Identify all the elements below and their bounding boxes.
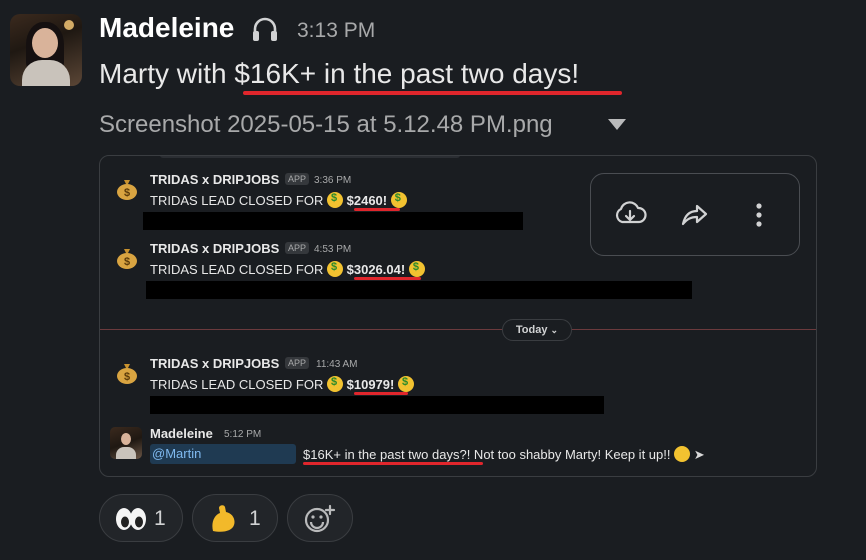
bot-message-text: TRIDAS LEAD CLOSED FOR $2460!: [150, 192, 407, 208]
chevron-down-icon: ⌄: [550, 325, 559, 335]
headphones-icon: [253, 17, 277, 41]
add-reaction-button[interactable]: [287, 494, 353, 542]
svg-text:$: $: [124, 371, 130, 383]
add-emoji-icon: [304, 504, 336, 533]
message-timestamp[interactable]: 3:13 PM: [297, 19, 375, 43]
svg-text:$: $: [124, 187, 130, 199]
app-badge: APP: [285, 242, 310, 254]
money-bag-icon: $: [117, 364, 137, 384]
money-mouth-face-icon: [327, 376, 343, 392]
eyes-icon: [116, 508, 146, 530]
reaction-flexed-biceps[interactable]: 1: [192, 494, 278, 542]
rocket-icon: ➤: [693, 447, 705, 462]
bot-name: TRIDAS x DRIPJOBS: [150, 241, 280, 256]
amount-underline: [354, 277, 421, 280]
bot-message-text: TRIDAS LEAD CLOSED FOR $3026.04!: [150, 261, 425, 277]
redaction-bar: [143, 212, 523, 230]
money-mouth-face-icon: [327, 192, 343, 208]
money-mouth-face-icon: [327, 261, 343, 277]
money-bag-icon: $: [117, 249, 137, 269]
app-badge: APP: [285, 357, 310, 369]
reaction-count: 1: [154, 507, 166, 530]
redaction-bar: [150, 396, 604, 414]
sender-name[interactable]: Madeleine: [99, 12, 234, 44]
flexed-biceps-icon: [212, 505, 235, 532]
reply-text: $16K+ in the past two days?! Not too sha…: [303, 446, 705, 463]
closed-amount: $3026.04!: [346, 262, 406, 277]
reply-underline: [303, 462, 483, 465]
date-divider: [100, 329, 816, 330]
app-badge: APP: [285, 173, 310, 185]
attachment-image[interactable]: $ TRIDAS x DRIPJOBS APP 3:36 PM TRIDAS L…: [99, 155, 817, 477]
sender-avatar[interactable]: [10, 14, 82, 86]
bot-message-label: TRIDAS LEAD CLOSED FOR: [150, 377, 324, 392]
download-icon[interactable]: [613, 198, 647, 232]
bot-message-label: TRIDAS LEAD CLOSED FOR: [150, 193, 324, 208]
amount-underline: [354, 208, 400, 211]
cropped-text: [160, 156, 460, 158]
money-mouth-face-icon: [390, 192, 407, 208]
today-divider-button[interactable]: Today ⌄: [502, 319, 572, 341]
user-mention: @Martin: [150, 444, 296, 464]
attachment-toolbar: [590, 173, 800, 256]
chevron-down-icon[interactable]: [608, 119, 626, 130]
svg-text:$: $: [124, 256, 130, 268]
bot-name: TRIDAS x DRIPJOBS: [150, 172, 280, 187]
bot-timestamp: 3:36 PM: [314, 175, 352, 186]
attachment-name[interactable]: Screenshot 2025-05-15 at 5.12.48 PM.png: [99, 111, 553, 139]
bot-message-label: TRIDAS LEAD CLOSED FOR: [150, 262, 324, 277]
message-text-highlight: $16K+ in the past two days!: [234, 58, 580, 89]
bot-message-text: TRIDAS LEAD CLOSED FOR $10979!: [150, 376, 414, 392]
redaction-bar: [146, 281, 692, 299]
amount-underline: [354, 392, 408, 395]
money-mouth-face-icon: [408, 261, 425, 277]
reply-rest: Not too shabby Marty! Keep it up!!: [470, 447, 671, 462]
bot-timestamp: 11:43 AM: [316, 359, 358, 370]
closed-amount: $10979!: [346, 377, 395, 392]
message-text: Marty with $16K+ in the past two days!: [99, 58, 579, 90]
reply-timestamp: 5:12 PM: [224, 429, 262, 440]
highlight-underline: [243, 91, 622, 95]
money-mouth-face-icon: [397, 376, 414, 392]
share-icon[interactable]: [677, 198, 711, 232]
reaction-count: 1: [249, 507, 261, 530]
closed-amount: $2460!: [346, 193, 388, 208]
reply-highlight: $16K+ in the past two days?!: [303, 447, 471, 462]
winking-face-icon: [674, 446, 691, 462]
bot-name: TRIDAS x DRIPJOBS: [150, 356, 280, 371]
reply-avatar: [110, 427, 142, 459]
reaction-eyes[interactable]: 1: [99, 494, 183, 542]
message-text-prefix: Marty with: [99, 58, 235, 89]
money-bag-icon: $: [117, 180, 137, 200]
bot-timestamp: 4:53 PM: [314, 244, 352, 255]
today-label: Today: [515, 324, 548, 336]
reply-author: Madeleine: [150, 426, 213, 441]
more-icon[interactable]: [742, 198, 776, 232]
